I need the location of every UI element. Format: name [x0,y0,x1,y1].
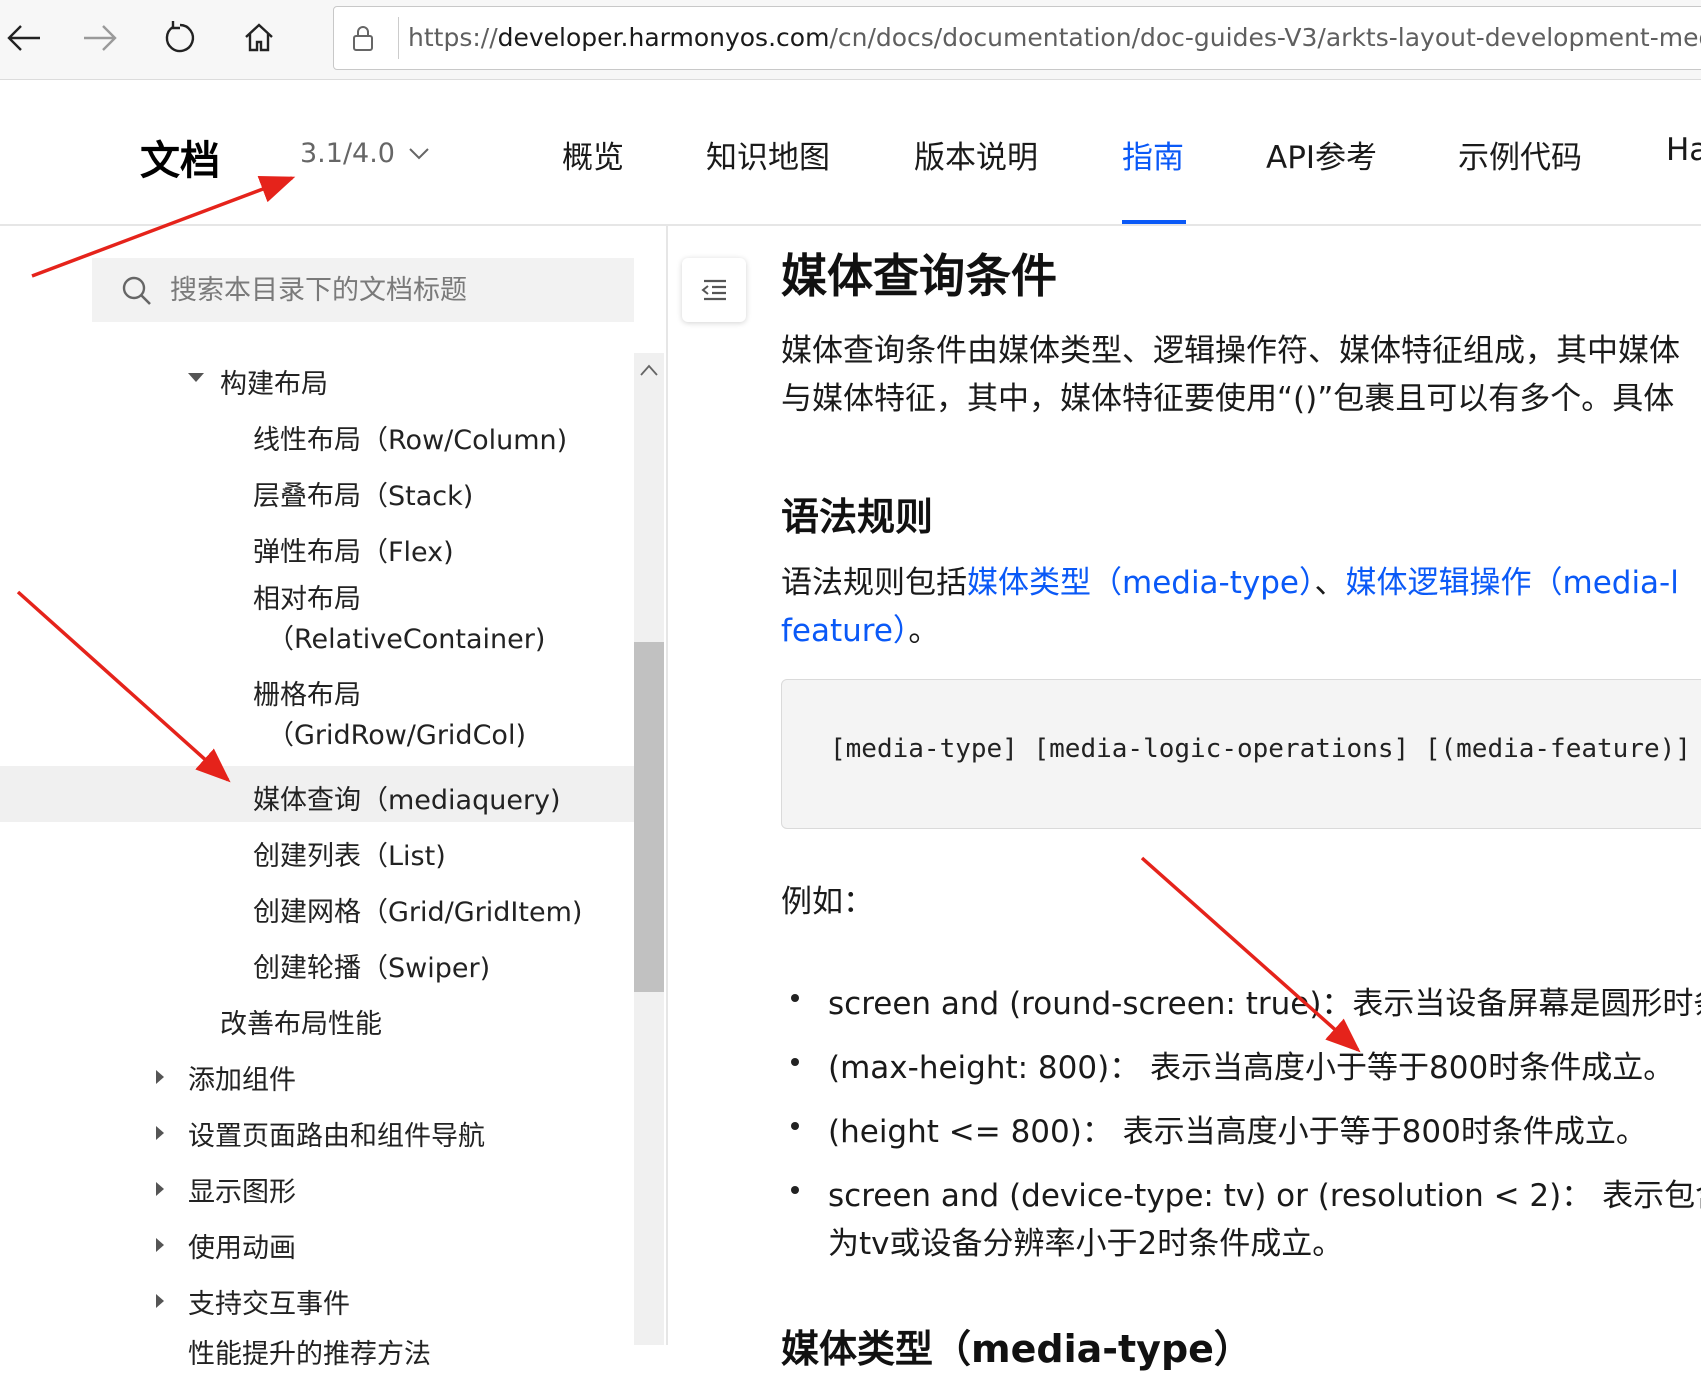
sidebar-group-graphics[interactable]: 显示图形 [188,1170,296,1209]
code-block[interactable]: [media-type] [media-logic-operations] [(… [781,679,1701,829]
sidebar-item-flex-layout[interactable]: 弹性布局（Flex) [253,530,454,569]
back-icon[interactable] [0,14,48,62]
address-bar[interactable]: https://developer.harmonyos.com/cn/docs/… [333,6,1701,70]
chevron-up-icon[interactable] [640,361,658,380]
menu-collapse-icon [701,279,726,301]
sidebar-item-label: 相对布局 [253,584,361,615]
page-title: 媒体查询条件 [781,249,1057,303]
version-selector[interactable]: 3.1/4.0 [300,138,429,169]
sidebar-group-add-components[interactable]: 添加组件 [188,1058,296,1097]
sidebar-group-performance[interactable]: 性能提升的推荐方法 [188,1332,431,1371]
sidebar-item-mediaquery[interactable]: 媒体查询（mediaquery) [253,778,561,817]
url-path: /cn/docs/documentation/doc-guides-V3/ark… [829,23,1701,52]
bullet-item: (max-height: 800)： 表示当高度小于等于800时条件成立。 [828,1050,1675,1086]
bullet-item: screen and (device-type: tv) or (resolut… [828,1178,1701,1214]
url-host: developer.harmonyos.com [497,23,830,52]
sidebar-group-animation[interactable]: 使用动画 [188,1226,296,1265]
syntax-end: 。 [908,613,940,649]
address-separator [398,17,399,59]
code-syntax: [media-type] [media-logic-operations] [(… [830,734,1691,764]
syntax-prefix: 语法规则包括 [781,565,967,601]
section-heading-media-type: 媒体类型（media-type） [781,1327,1252,1371]
bullet-dot [791,994,799,1002]
nav-release-notes[interactable]: 版本说明 [914,132,1038,177]
reload-icon[interactable] [156,14,204,62]
sidebar-section-layout[interactable]: 构建布局 [220,362,328,401]
site-header: 文档 3.1/4.0 概览 知识地图 版本说明 指南 API参考 示例代码 Ha [0,80,1701,226]
search-icon [122,276,152,310]
collapsed-triangle-icon[interactable] [156,1070,164,1084]
link-media-feature[interactable]: feature） [781,613,908,649]
version-label: 3.1/4.0 [300,138,395,169]
sidebar-item-stack-layout[interactable]: 层叠布局（Stack) [253,474,473,513]
link-media-logic[interactable]: 媒体逻辑操作（media-l [1346,565,1679,601]
bullet-dot [791,1058,799,1066]
sidebar-search[interactable] [92,258,634,322]
sidebar-item-grid[interactable]: 创建网格（Grid/GridItem) [253,890,582,929]
sidebar-item-relative-layout[interactable]: 相对布局 （RelativeContainer) [253,580,545,660]
syntax-paragraph-line2: feature）。 [781,607,939,655]
link-media-type[interactable]: 媒体类型（media-type） [967,565,1315,601]
collapsed-triangle-icon[interactable] [156,1294,164,1308]
bullet-item-continuation: 为tv或设备分辨率小于2时条件成立。 [828,1226,1344,1262]
bullet-dot [791,1186,799,1194]
sidebar-scrollbar-thumb[interactable] [634,642,664,992]
syntax-separator: 、 [1314,565,1346,601]
browser-toolbar: https://developer.harmonyos.com/cn/docs/… [0,0,1701,80]
sidebar: 构建布局 线性布局（Row/Column) 层叠布局（Stack) 弹性布局（F… [0,226,668,1370]
home-icon[interactable] [235,14,283,62]
intro-line-2: 与媒体特征，其中，媒体特征要使用“()”包裹且可以有多个。具体 [781,381,1675,417]
sidebar-group-routing[interactable]: 设置页面路由和组件导航 [188,1114,485,1153]
expand-triangle-icon[interactable] [188,373,204,382]
sidebar-item-linear-layout[interactable]: 线性布局（Row/Column) [253,418,567,457]
sidebar-item-swiper[interactable]: 创建轮播（Swiper) [253,946,490,985]
intro-line-1: 媒体查询条件由媒体类型、逻辑操作符、媒体特征组成，其中媒体 [781,333,1680,369]
sidebar-item-grid-layout[interactable]: 栅格布局 （GridRow/GridCol) [253,676,526,756]
sidebar-item-layout-performance[interactable]: 改善布局性能 [220,1002,382,1041]
nav-sample-code[interactable]: 示例代码 [1458,132,1582,177]
bullet-item: (height <= 800)： 表示当高度小于等于800时条件成立。 [828,1114,1647,1150]
sidebar-group-interaction[interactable]: 支持交互事件 [188,1282,350,1321]
forward-icon[interactable] [76,14,124,62]
url-prefix: https:// [408,23,498,52]
section-heading-syntax: 语法规则 [781,495,934,539]
url-text[interactable]: https://developer.harmonyos.com/cn/docs/… [408,23,1701,52]
sidebar-item-label-line2: （RelativeContainer) [267,624,546,655]
toggle-sidebar-button[interactable] [682,258,746,322]
example-label: 例如： [781,884,874,920]
active-tab-indicator [1122,220,1186,224]
bullet-item: screen and (round-screen: true)：表示当设备屏幕是… [828,986,1701,1022]
nav-guides[interactable]: 指南 [1122,132,1184,177]
nav-knowledge-map[interactable]: 知识地图 [706,132,830,177]
nav-more[interactable]: Ha [1666,132,1701,168]
collapsed-triangle-icon[interactable] [156,1126,164,1140]
chevron-down-icon [409,147,429,159]
lock-icon [352,24,374,56]
syntax-paragraph: 语法规则包括媒体类型（media-type）、媒体逻辑操作（media-l [781,559,1679,607]
nav-overview[interactable]: 概览 [562,132,624,177]
nav-api-reference[interactable]: API参考 [1266,132,1377,177]
sidebar-item-label-line2: （GridRow/GridCol) [267,720,526,751]
docs-title[interactable]: 文档 [140,128,220,186]
bullet-dot [791,1122,799,1130]
sidebar-item-label: 栅格布局 [253,680,361,711]
search-input[interactable] [168,266,612,314]
collapsed-triangle-icon[interactable] [156,1182,164,1196]
collapsed-triangle-icon[interactable] [156,1238,164,1252]
sidebar-item-list[interactable]: 创建列表（List) [253,834,446,873]
